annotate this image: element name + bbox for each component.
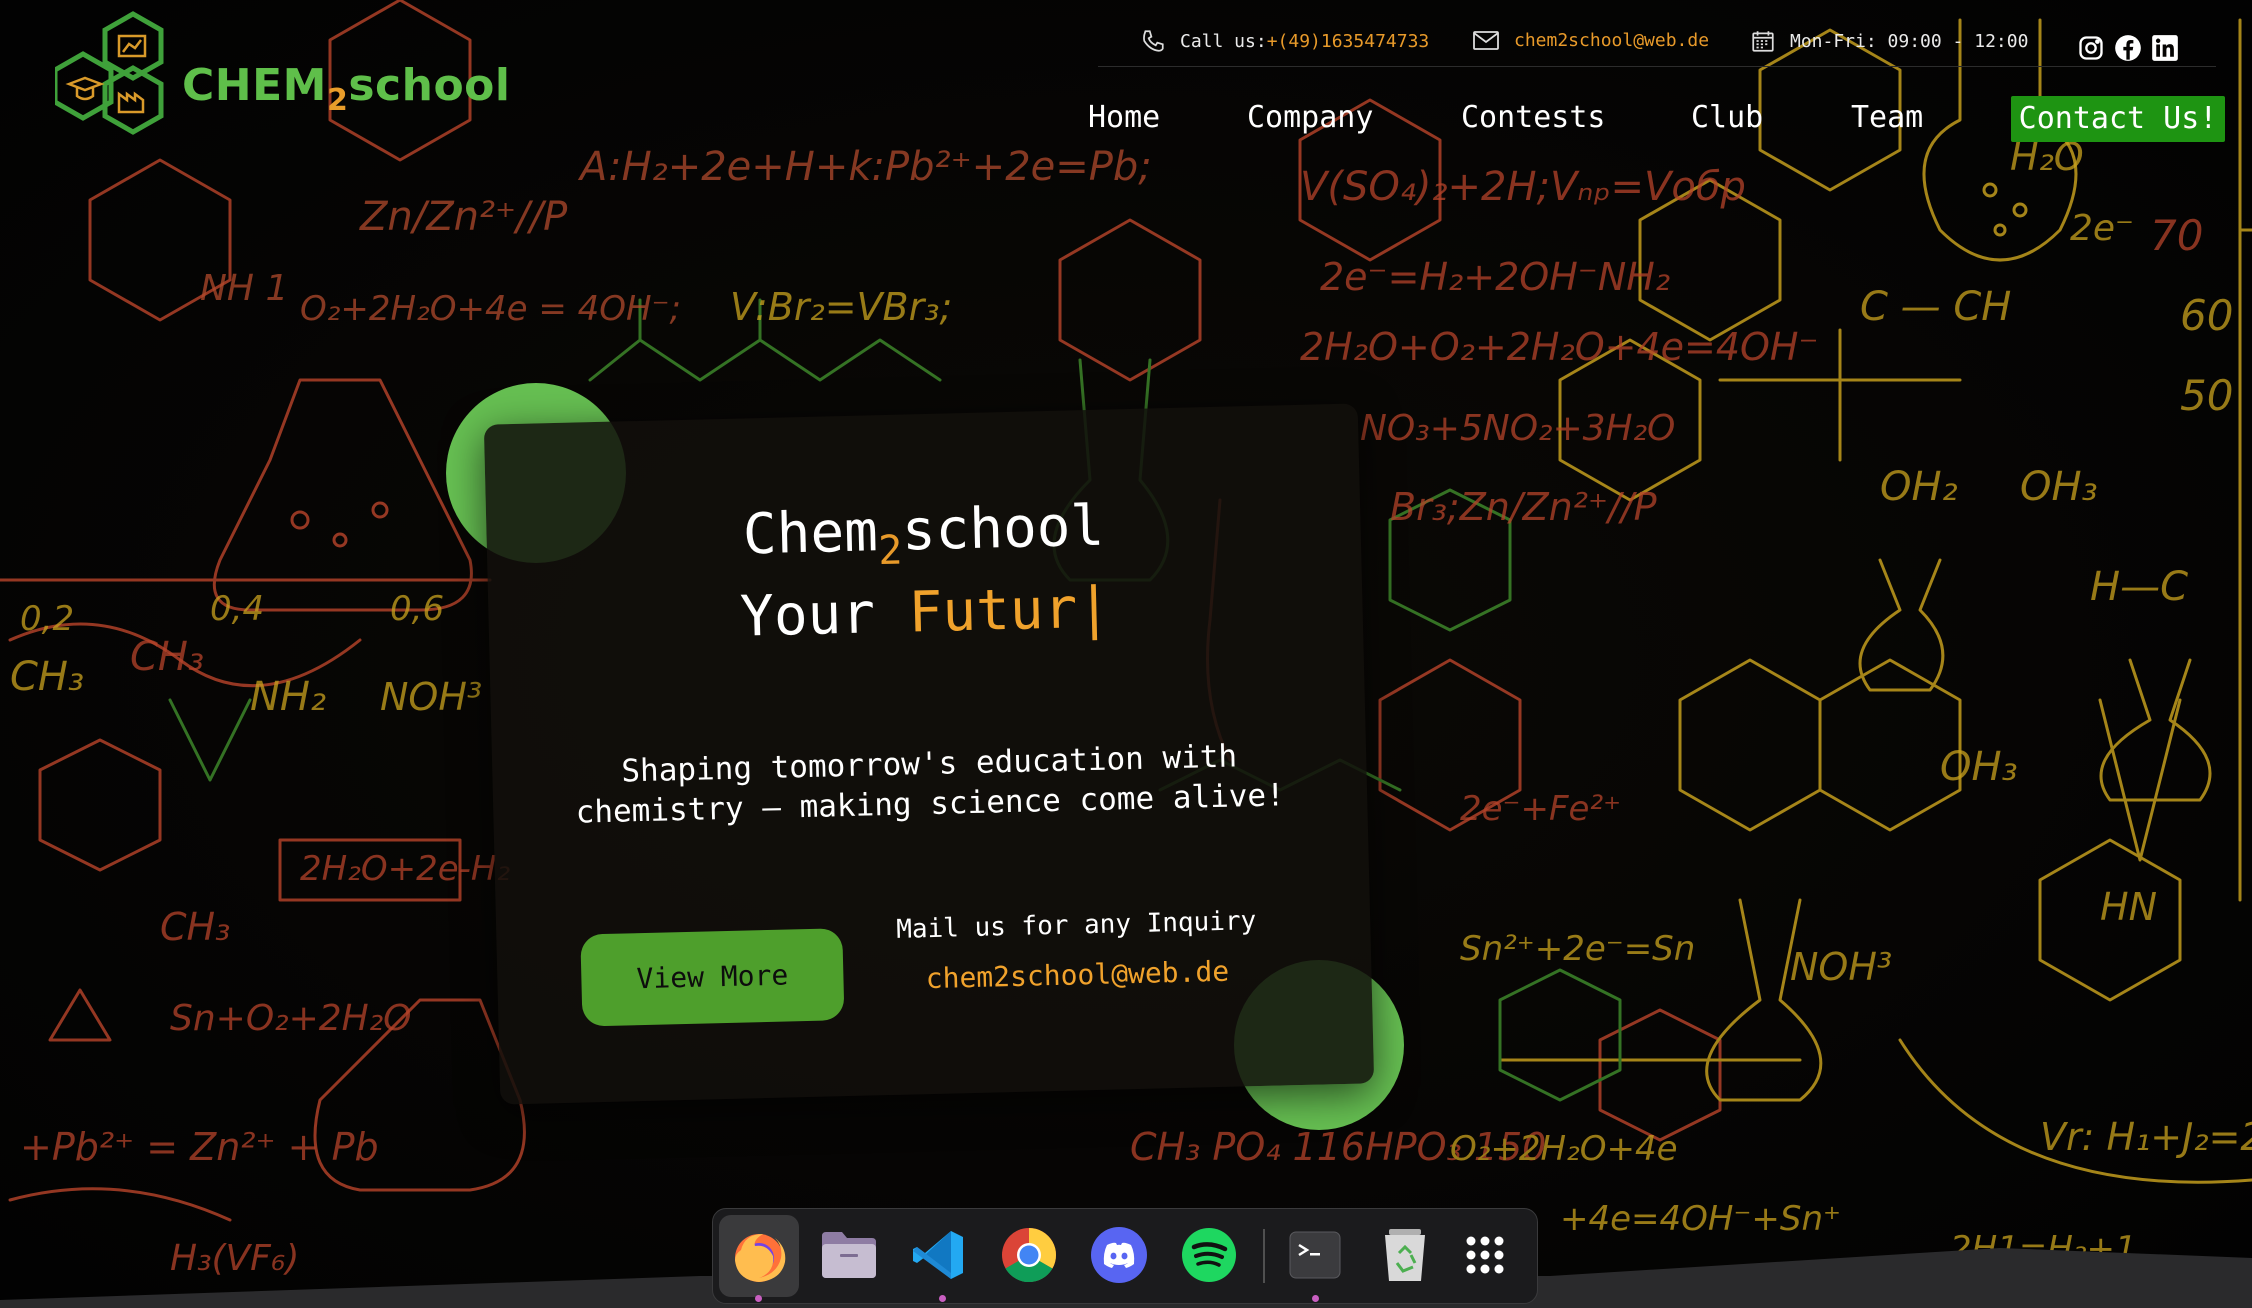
svg-text:V:Br₂=VBr₃;: V:Br₂=VBr₃; [730,285,952,329]
svg-text:NOH³: NOH³ [1790,945,1892,989]
dock-separator [1263,1229,1265,1283]
contact-us-button[interactable]: Contact Us! [2011,96,2225,142]
svg-text:2H₂O+O₂+2H₂O+4e=4OH⁻: 2H₂O+O₂+2H₂O+4e=4OH⁻ [1300,325,1819,369]
hero-title: Chem2school [742,493,1105,575]
svg-text:+Pb²⁺ = Zn²⁺ + Pb: +Pb²⁺ = Zn²⁺ + Pb [20,1125,379,1169]
svg-text:O₂+2H₂O+4e: O₂+2H₂O+4e [1450,1129,1678,1169]
vscode-icon[interactable] [907,1223,971,1287]
firefox-icon[interactable] [719,1215,799,1297]
svg-text:2H₂O+2e-H₂: 2H₂O+2e-H₂ [300,849,510,889]
nav-club[interactable]: Club [1691,100,1763,135]
app-grid-icon[interactable] [1453,1223,1517,1287]
calendar-icon [1752,31,1774,52]
spotify-icon[interactable] [1177,1223,1241,1287]
svg-text:A:H₂+2e+H+k:Pb²⁺+2e=Pb;: A:H₂+2e+H+k:Pb²⁺+2e=Pb; [577,144,1152,190]
svg-text:CH₃: CH₃ [130,634,204,680]
opening-hours: Mon-Fri: 09:00 - 12:00 [1750,28,2028,54]
nav-contests[interactable]: Contests [1461,100,1606,135]
svg-text:CH₃: CH₃ [160,905,230,949]
svg-text:+4e=4OH⁻+Sn⁺: +4e=4OH⁻+Sn⁺ [1560,1199,1841,1239]
svg-text:Zn/Zn²⁺//P: Zn/Zn²⁺//P [359,194,568,240]
mail-inquiry-address[interactable]: chem2school@web.de [897,954,1258,996]
svg-text:Sn²⁺+2e⁻=Sn: Sn²⁺+2e⁻=Sn [1460,929,1695,969]
svg-text:Sn+O₂+2H₂O: Sn+O₂+2H₂O [170,998,412,1039]
svg-text:OH₃: OH₃ [1940,744,2018,790]
svg-text:H—C: H—C [2090,564,2188,610]
nav-home[interactable]: Home [1088,100,1160,135]
phone-contact[interactable]: Call us: +(49)1635474733 [1140,28,1429,54]
svg-text:0,4: 0,4 [210,589,264,629]
main-navigation: Home Company Contests Club Team Contact … [0,96,2252,148]
mail-icon [1473,31,1499,50]
svg-text:NH 1: NH 1 [200,268,288,309]
svg-text:CH₃: CH₃ [10,654,84,700]
svg-text:Vr: H₁+J₂=2H1: Vr: H₁+J₂=2H1 [2040,1115,2252,1159]
application-dock [712,1208,1538,1304]
trash-icon[interactable] [1373,1223,1437,1287]
hero-card: Chem2school Your Futur| Shaping tomorrow… [483,403,1375,1105]
hero-typing-subtitle: Your Futur| [739,575,1112,650]
svg-text:70: 70 [2150,211,2203,260]
svg-text:OH₃: OH₃ [2020,464,2098,510]
hours-text: Mon-Fri: 09:00 - 12:00 [1790,30,2029,52]
phone-number[interactable]: +(49)1635474733 [1267,31,1430,52]
typing-caret: | [1076,575,1112,642]
view-more-button[interactable]: View More [580,928,845,1027]
social-links [2068,34,2179,62]
instagram-icon[interactable] [2077,34,2105,62]
nav-company[interactable]: Company [1247,100,1373,135]
facebook-icon[interactable] [2114,34,2142,62]
email-contact[interactable]: chem2school@web.de [1472,28,1709,52]
svg-text:O₂+2H₂O+4e = 4OH⁻;: O₂+2H₂O+4e = 4OH⁻; [300,289,681,329]
terminal-icon[interactable] [1283,1223,1347,1287]
svg-text:0,2: 0,2 [20,599,74,639]
svg-text:NO₃+5NO₂+3H₂O: NO₃+5NO₂+3H₂O [1360,408,1675,449]
svg-text:0,6: 0,6 [390,589,444,629]
linkedin-icon[interactable] [2151,34,2179,62]
svg-text:NOH³: NOH³ [380,675,482,719]
phone-label: Call us: [1180,30,1267,52]
terminal-running-indicator [1312,1295,1319,1302]
hero-tagline: Shaping tomorrow's education with chemis… [575,738,1286,831]
discord-icon[interactable] [1087,1223,1151,1287]
email-address[interactable]: chem2school@web.de [1514,30,1709,51]
nav-team[interactable]: Team [1851,100,1923,135]
vscode-running-indicator [939,1295,946,1302]
contact-topbar: Call us: +(49)1635474733 chem2school@web.… [1098,20,2216,67]
svg-text:C — CH: C — CH [1860,284,2011,330]
svg-text:60: 60 [2180,291,2233,340]
svg-text:NH₂: NH₂ [250,674,326,720]
svg-text:Br₃;Zn/Zn²⁺//P: Br₃;Zn/Zn²⁺//P [1390,485,1657,529]
phone-icon [1143,30,1164,52]
svg-text:V(SO₄)₂+2H;Vₙₚ=Vобр: V(SO₄)₂+2H;Vₙₚ=Vобр [1300,164,1746,210]
svg-text:50: 50 [2180,371,2233,420]
svg-text:2e⁻: 2e⁻ [2070,208,2134,249]
firefox-running-indicator [755,1295,762,1302]
svg-text:OH₂: OH₂ [1880,464,1958,510]
svg-text:2e⁻=H₂+2OH⁻NH₂: 2e⁻=H₂+2OH⁻NH₂ [1320,255,1670,299]
files-icon[interactable] [817,1223,881,1287]
chrome-icon[interactable] [997,1223,1061,1287]
svg-text:2e⁻+Fe²⁺: 2e⁻+Fe²⁺ [1460,789,1621,829]
mail-inquiry-label: Mail us for any Inquiry [895,906,1257,945]
svg-text:HN: HN [2100,885,2157,929]
